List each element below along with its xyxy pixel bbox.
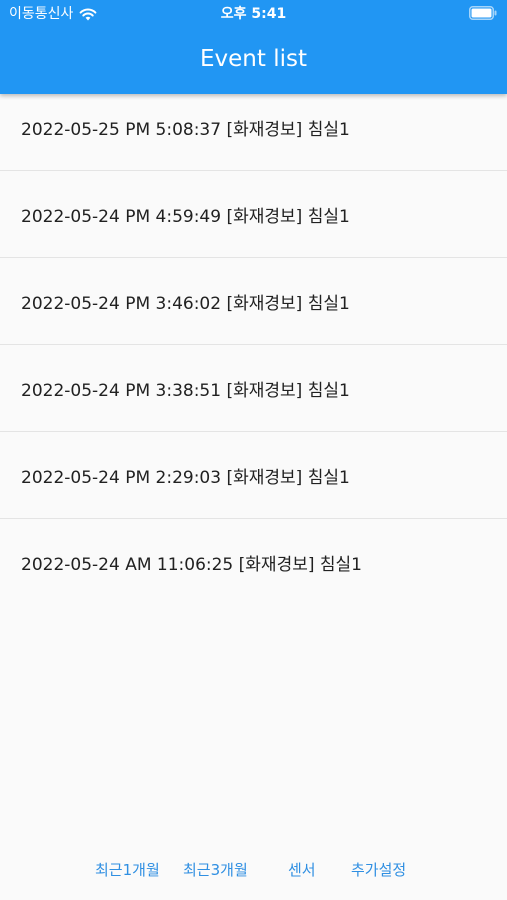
event-list-item[interactable]: 2022-05-24 PM 4:59:49 [화재경보] 침실1 [0,171,507,258]
app-bar: 이동통신사 오후 5:41 Event list [0,0,507,94]
status-time: 오후 5:41 [220,6,287,22]
event-list-item[interactable]: 2022-05-24 AM 11:06:25 [화재경보] 침실1 [0,519,507,606]
additional-settings-button[interactable]: 추가설정 [351,855,406,885]
event-list-item[interactable]: 2022-05-24 PM 3:46:02 [화재경보] 침실1 [0,258,507,345]
recent-1-month-button[interactable]: 최근1개월 [95,855,160,885]
event-list-item[interactable]: 2022-05-24 PM 3:38:51 [화재경보] 침실1 [0,345,507,432]
page-title: Event list [200,46,307,72]
sensor-button[interactable]: 센서 [288,855,316,885]
battery-icon [469,6,497,20]
event-list: 2022-05-25 PM 5:08:37 [화재경보] 침실1 2022-05… [0,84,507,606]
bottom-nav: 최근1개월 최근3개월 센서 추가설정 [0,855,507,885]
event-list-item[interactable]: 2022-05-25 PM 5:08:37 [화재경보] 침실1 [0,84,507,171]
recent-3-months-button[interactable]: 최근3개월 [183,855,248,885]
status-bar: 이동통신사 오후 5:41 [0,0,507,28]
event-list-item[interactable]: 2022-05-24 PM 2:29:03 [화재경보] 침실1 [0,432,507,519]
